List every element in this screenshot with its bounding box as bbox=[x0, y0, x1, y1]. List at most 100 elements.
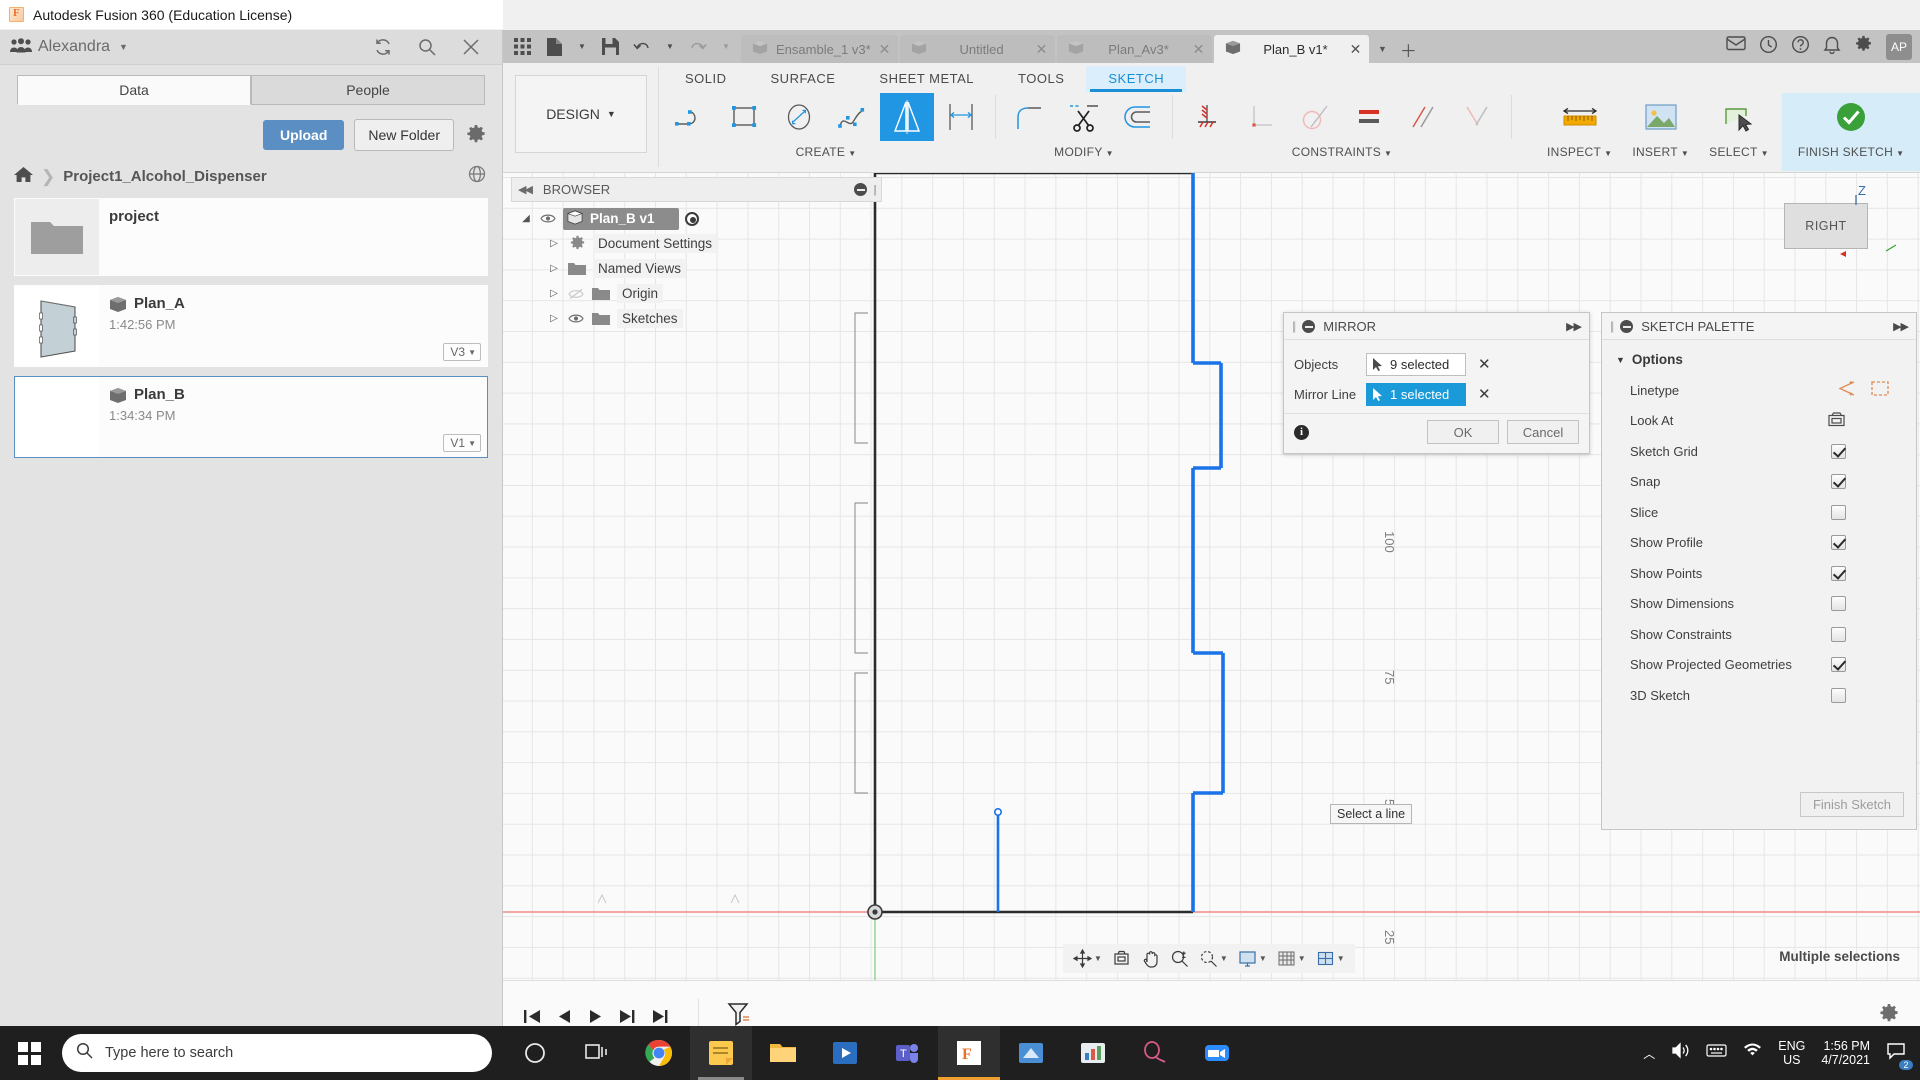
file-explorer-icon[interactable] bbox=[752, 1026, 814, 1080]
rectangle-tool[interactable] bbox=[718, 93, 772, 141]
undo-icon[interactable] bbox=[627, 33, 657, 61]
globe-icon[interactable] bbox=[468, 165, 486, 188]
spline-tool[interactable] bbox=[826, 93, 880, 141]
palette-row-show-constraints[interactable]: Show Constraints bbox=[1602, 619, 1916, 650]
palette-row-show-points[interactable]: Show Points bbox=[1602, 558, 1916, 589]
jump-to-beginning-button[interactable] bbox=[523, 1008, 542, 1025]
select-tool[interactable] bbox=[1712, 93, 1766, 141]
tree-node-document-settings[interactable]: ▷ Document Settings bbox=[511, 231, 882, 256]
show-profile-checkbox[interactable] bbox=[1831, 535, 1846, 551]
pan-icon[interactable] bbox=[1137, 945, 1164, 972]
slice-checkbox[interactable] bbox=[1831, 504, 1846, 520]
fusion360-icon[interactable]: F bbox=[938, 1026, 1000, 1080]
alerts-icon[interactable] bbox=[1823, 35, 1841, 59]
insert-image-tool[interactable] bbox=[1634, 93, 1688, 141]
cad-app-icon[interactable] bbox=[1000, 1026, 1062, 1080]
close-icon[interactable]: ✕ bbox=[1350, 41, 1362, 58]
grid-snaps-icon[interactable]: ▼ bbox=[1273, 945, 1310, 972]
palette-row-show-dimensions[interactable]: Show Dimensions bbox=[1602, 589, 1916, 620]
activate-component-radio[interactable] bbox=[684, 211, 699, 226]
chevron-down-icon[interactable]: ▼ bbox=[1094, 954, 1102, 963]
expand-arrow-icon[interactable]: ◢ bbox=[519, 213, 533, 224]
ribbon-tab-surface[interactable]: SURFACE bbox=[749, 66, 858, 92]
ribbon-tab-tools[interactable]: TOOLS bbox=[996, 66, 1086, 92]
close-icon[interactable]: ✕ bbox=[1193, 41, 1205, 58]
fit-icon[interactable]: ▼ bbox=[1195, 945, 1232, 972]
tab-overflow-icon[interactable]: ▼ bbox=[1371, 35, 1393, 63]
show-dimensions-checkbox[interactable] bbox=[1831, 596, 1846, 612]
notifications-icon[interactable] bbox=[1726, 35, 1746, 58]
new-document-icon[interactable] bbox=[539, 33, 569, 61]
keyboard-icon[interactable] bbox=[1706, 1043, 1727, 1063]
mirror-dialog[interactable]: || MIRROR ▶▶ Objects 9 selected ✕ Mirror… bbox=[1283, 312, 1590, 454]
document-tab[interactable]: Plan_Av3* ✕ bbox=[1057, 35, 1213, 63]
dock-right-icon[interactable]: ▶▶ bbox=[1566, 320, 1582, 333]
gear-icon[interactable] bbox=[464, 123, 488, 147]
palette-finish-sketch-button[interactable]: Finish Sketch bbox=[1799, 792, 1904, 817]
offset-modify-tool[interactable] bbox=[1111, 93, 1165, 141]
play-button[interactable] bbox=[587, 1008, 604, 1025]
circle-tool[interactable] bbox=[772, 93, 826, 141]
network-icon[interactable] bbox=[1743, 1043, 1762, 1064]
jump-to-end-button[interactable] bbox=[651, 1008, 670, 1025]
centerline-icon[interactable] bbox=[1870, 380, 1890, 400]
grip-handle[interactable]: || bbox=[1292, 319, 1296, 333]
taskbar-search[interactable]: Type here to search bbox=[62, 1034, 492, 1072]
trim-tool[interactable] bbox=[1057, 93, 1111, 141]
chevron-down-icon[interactable]: ▼ bbox=[119, 42, 128, 52]
fillet-tool[interactable] bbox=[1003, 93, 1057, 141]
media-player-icon[interactable] bbox=[814, 1026, 876, 1080]
version-badge[interactable]: V1 ▼ bbox=[443, 434, 481, 452]
expand-arrow-icon[interactable]: ▷ bbox=[547, 238, 561, 249]
cortana-icon[interactable] bbox=[504, 1026, 566, 1080]
cancel-button[interactable]: Cancel bbox=[1507, 420, 1579, 444]
grid-apps-icon[interactable] bbox=[507, 33, 537, 61]
collapse-icon[interactable]: ◀◀ bbox=[518, 183, 533, 196]
teams-icon[interactable]: T bbox=[876, 1026, 938, 1080]
visibility-eye-icon[interactable] bbox=[567, 313, 585, 324]
chart-app-icon[interactable] bbox=[1062, 1026, 1124, 1080]
parallel-constraint[interactable] bbox=[1396, 93, 1450, 141]
document-tab-active[interactable]: Plan_B v1* ✕ bbox=[1214, 35, 1370, 63]
close-icon[interactable]: ✕ bbox=[1036, 41, 1048, 58]
symmetry-constraint[interactable] bbox=[1450, 93, 1504, 141]
tree-node-sketches[interactable]: ▷ Sketches bbox=[511, 306, 882, 331]
minimize-browser-icon[interactable] bbox=[854, 183, 868, 196]
fix-unfix-constraint[interactable] bbox=[1180, 93, 1234, 141]
perpendicular-constraint[interactable] bbox=[1234, 93, 1288, 141]
objects-selection-field[interactable]: 9 selected bbox=[1366, 352, 1466, 376]
line-tool[interactable] bbox=[664, 93, 718, 141]
look-at-icon[interactable] bbox=[1108, 945, 1135, 972]
new-folder-button[interactable]: New Folder bbox=[354, 119, 454, 151]
chevron-down-icon[interactable]: ▼ bbox=[1220, 954, 1228, 963]
view-cube[interactable]: RIGHT bbox=[1784, 203, 1868, 249]
zoom-icon[interactable] bbox=[1166, 945, 1193, 972]
orbit-icon[interactable]: ▼ bbox=[1069, 945, 1106, 972]
upload-button[interactable]: Upload bbox=[262, 120, 345, 150]
list-item[interactable]: project bbox=[14, 198, 488, 276]
mirror-line-selection-field[interactable]: 1 selected bbox=[1366, 382, 1466, 406]
palette-row-snap[interactable]: Snap bbox=[1602, 467, 1916, 498]
tree-root-row[interactable]: ◢ Plan_B v1 bbox=[511, 206, 882, 231]
palette-row-show-profile[interactable]: Show Profile bbox=[1602, 528, 1916, 559]
expand-arrow-icon[interactable]: ▷ bbox=[547, 263, 561, 274]
grip-handle[interactable]: || bbox=[1610, 319, 1614, 333]
notification-center-icon[interactable]: 2 bbox=[1886, 1042, 1913, 1070]
finish-sketch-tool[interactable] bbox=[1824, 93, 1878, 141]
step-forward-button[interactable] bbox=[618, 1008, 637, 1025]
redo-icon[interactable] bbox=[683, 33, 713, 61]
snap-checkbox[interactable] bbox=[1831, 474, 1846, 490]
document-tab[interactable]: Ensamble_1 v3* ✕ bbox=[741, 35, 899, 63]
ribbon-tab-sheet-metal[interactable]: SHEET METAL bbox=[857, 66, 996, 92]
show-projected-geometries-checkbox[interactable] bbox=[1831, 657, 1846, 673]
dock-right-icon[interactable]: ▶▶ bbox=[1893, 320, 1909, 333]
job-status-icon[interactable] bbox=[1759, 35, 1778, 59]
chrome-icon[interactable] bbox=[628, 1026, 690, 1080]
sketch-palette[interactable]: || SKETCH PALETTE ▶▶ ▼ Options Linetype bbox=[1601, 312, 1917, 830]
construction-line-icon[interactable] bbox=[1837, 380, 1856, 400]
tray-expand-chevron-icon[interactable]: ︿ bbox=[1643, 1045, 1655, 1062]
palette-section-options[interactable]: ▼ Options bbox=[1602, 352, 1916, 375]
list-item[interactable]: Plan_B 1:34:34 PM V1 ▼ bbox=[14, 376, 488, 458]
info-icon[interactable]: i bbox=[1294, 424, 1309, 440]
close-icon[interactable]: ✕ bbox=[879, 41, 891, 58]
